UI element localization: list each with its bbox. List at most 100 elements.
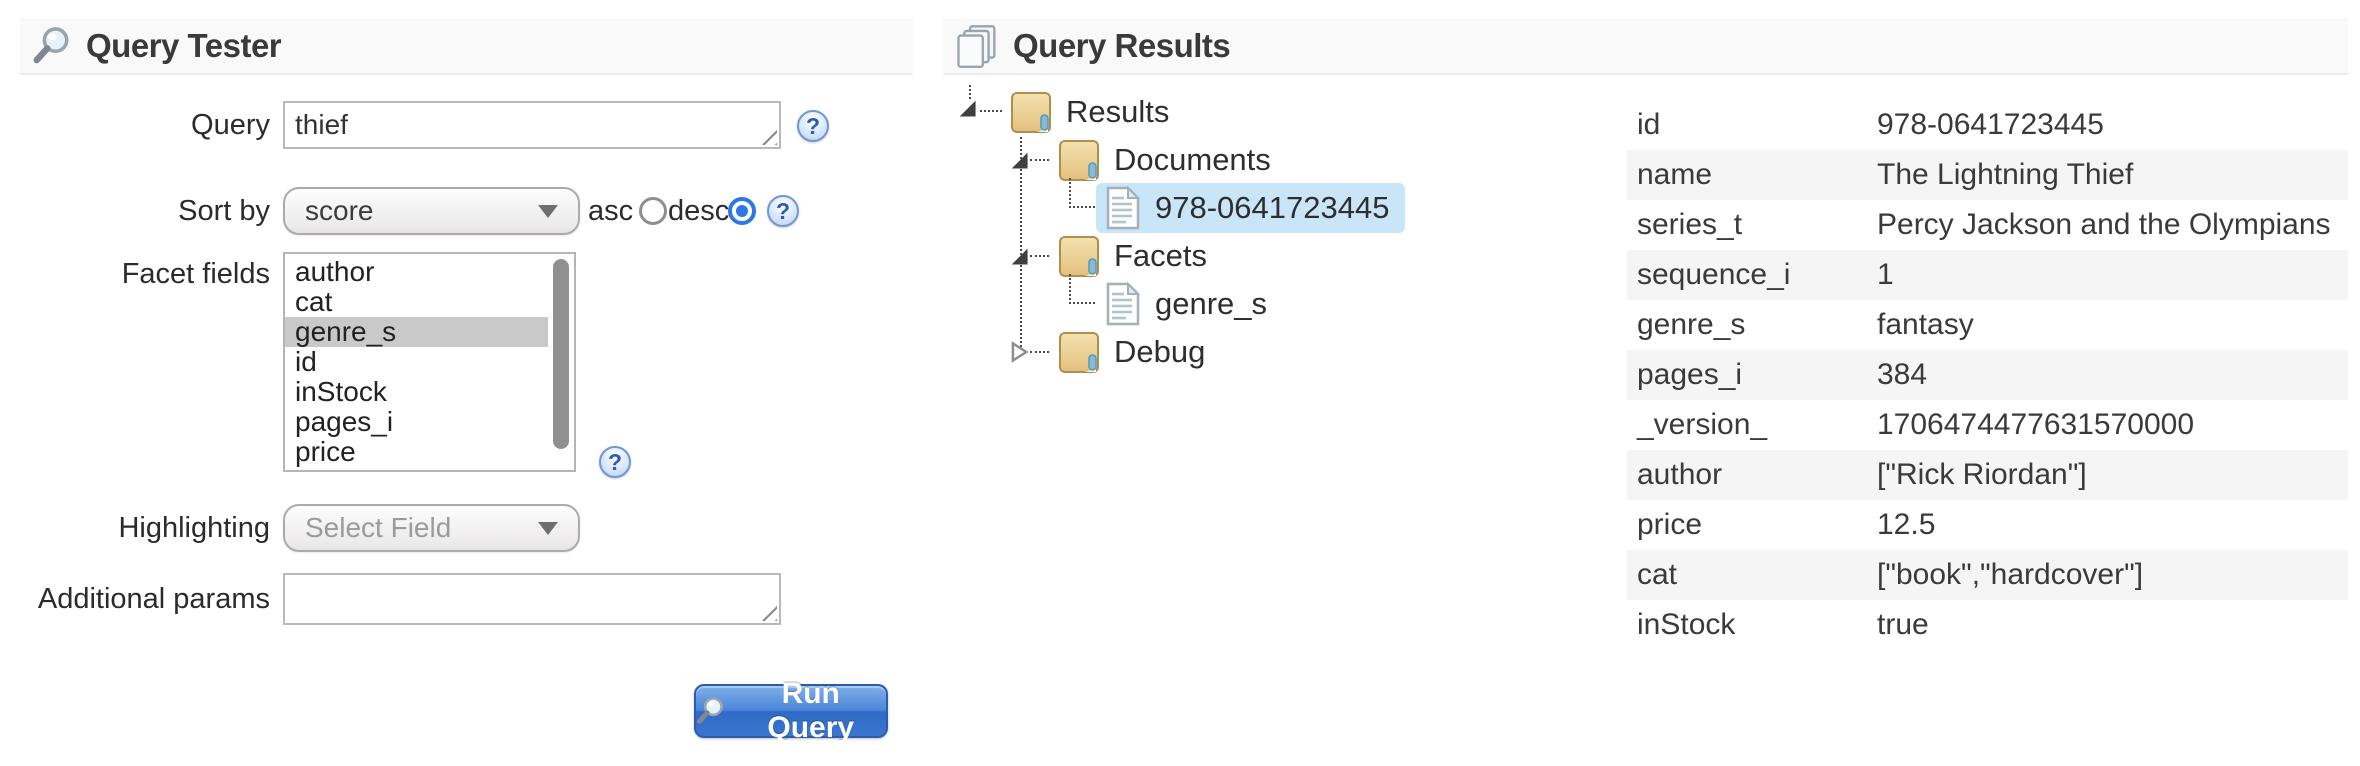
tree-node-label: Debug [1114,334,1205,370]
query-tester-title: Query Tester [86,27,281,65]
detail-field-name: cat [1627,558,1877,592]
sort-by-value: score [305,195,373,227]
facet-option-cat[interactable]: cat [285,287,548,317]
folder-icon [1057,137,1101,183]
detail-field-value: 978-0641723445 [1877,108,2348,142]
facet-option-author[interactable]: author [285,257,548,287]
detail-row-series_t: series_tPercy Jackson and the Olympians [1627,200,2348,250]
folder-icon [1009,89,1053,135]
folder-icon [1057,233,1101,279]
tree-node-Documents[interactable]: Documents [1051,136,1287,184]
desc-label: desc [668,187,729,235]
collapsed-triangle-icon[interactable] [1008,341,1030,363]
query-help-icon[interactable]: ? [797,110,829,142]
tree-node-Facets[interactable]: Facets [1051,232,1223,280]
folder-icon [1057,329,1101,375]
detail-field-value: Percy Jackson and the Olympians [1877,208,2348,242]
facet-option-genre_s[interactable]: genre_s [285,317,548,347]
detail-row-_version_: _version_1706474477631570000 [1627,400,2348,450]
detail-field-name: _version_ [1627,408,1877,442]
detail-field-name: author [1627,458,1877,492]
detail-row-genre_s: genre_sfantasy [1627,300,2348,350]
facet-option-price[interactable]: price [285,437,548,467]
sort-help-icon[interactable]: ? [767,195,799,227]
highlighting-select[interactable]: Select Field [283,504,580,552]
detail-field-value: ["Rick Riordan"] [1877,458,2348,492]
tree-connector [1030,159,1049,161]
detail-field-name: series_t [1627,208,1877,242]
tree-node-genre_s[interactable]: genre_s [1096,280,1283,328]
tree-connector [980,110,1002,112]
detail-row-name: nameThe Lightning Thief [1627,150,2348,200]
detail-field-value: 1 [1877,258,2348,292]
tree-node-978-0641723445[interactable]: 978-0641723445 [1096,183,1405,233]
tree-connector [1069,274,1095,304]
facet-option-id[interactable]: id [285,347,548,377]
sort-by-label: Sort by [0,187,270,235]
detail-field-name: genre_s [1627,308,1877,342]
detail-field-value: 1706474477631570000 [1877,408,2348,442]
sort-by-select[interactable]: score [283,187,580,235]
query-label: Query [0,101,270,149]
detail-field-name: id [1627,108,1877,142]
document-icon [1102,282,1142,326]
detail-row-author: author["Rick Riordan"] [1627,450,2348,500]
tree-node-label: Documents [1114,142,1271,178]
facet-help-icon[interactable]: ? [599,446,631,478]
detail-field-name: sequence_i [1627,258,1877,292]
query-input-wrap [283,101,781,149]
expanded-triangle-icon[interactable] [1008,149,1030,171]
detail-row-sequence_i: sequence_i1 [1627,250,2348,300]
detail-row-id: id978-0641723445 [1627,100,2348,150]
tree-node-label: 978-0641723445 [1155,190,1389,226]
detail-field-name: price [1627,508,1877,542]
detail-row-pages_i: pages_i384 [1627,350,2348,400]
chevron-down-icon [538,522,558,535]
detail-field-name: pages_i [1627,358,1877,392]
facet-fields-label: Facet fields [0,252,270,296]
expanded-triangle-icon[interactable] [956,97,978,119]
detail-field-value: ["book","hardcover"] [1877,558,2348,592]
facet-option-pages_i[interactable]: pages_i [285,407,548,437]
detail-row-price: price12.5 [1627,500,2348,550]
asc-label: asc [588,187,633,235]
query-results-header: Query Results [943,18,2348,75]
query-input[interactable] [283,101,781,149]
additional-params-wrap [283,573,781,625]
tree-node-Debug[interactable]: Debug [1051,328,1221,376]
tree-node-label: genre_s [1155,286,1267,322]
facet-option-inStock[interactable]: inStock [285,377,548,407]
tree-connector [1069,178,1095,208]
detail-field-value: The Lightning Thief [1877,158,2348,192]
asc-radio[interactable] [639,197,667,225]
magnifier-icon [696,696,725,726]
query-results-title: Query Results [1013,27,1230,65]
run-query-button[interactable]: Run Query [694,684,888,738]
detail-row-cat: cat["book","hardcover"] [1627,550,2348,600]
documents-stack-icon [955,24,999,68]
facet-fields-list[interactable]: authorcatgenre_sidinStockpages_iprice [283,252,576,472]
highlighting-placeholder: Select Field [305,512,451,544]
detail-field-name: inStock [1627,608,1877,642]
query-tester-header: Query Tester [20,18,913,75]
detail-field-value: true [1877,608,2348,642]
tree-node-Results[interactable]: Results [1003,88,1185,136]
chevron-down-icon [538,205,558,218]
tree-node-label: Facets [1114,238,1207,274]
additional-params-label: Additional params [0,573,270,625]
document-icon [1102,186,1142,230]
tree-connector [1030,255,1049,257]
scrollbar-thumb[interactable] [553,259,569,449]
document-details-table: id978-0641723445nameThe Lightning Thiefs… [1627,100,2348,650]
tree-node-label: Results [1066,94,1169,130]
magnifier-icon [32,26,72,66]
highlighting-label: Highlighting [0,504,270,552]
desc-radio[interactable] [728,197,756,225]
detail-row-inStock: inStocktrue [1627,600,2348,650]
detail-field-value: 12.5 [1877,508,2348,542]
detail-field-value: 384 [1877,358,2348,392]
additional-params-input[interactable] [283,573,781,625]
detail-field-value: fantasy [1877,308,2348,342]
expanded-triangle-icon[interactable] [1008,245,1030,267]
run-query-label: Run Query [735,677,886,745]
